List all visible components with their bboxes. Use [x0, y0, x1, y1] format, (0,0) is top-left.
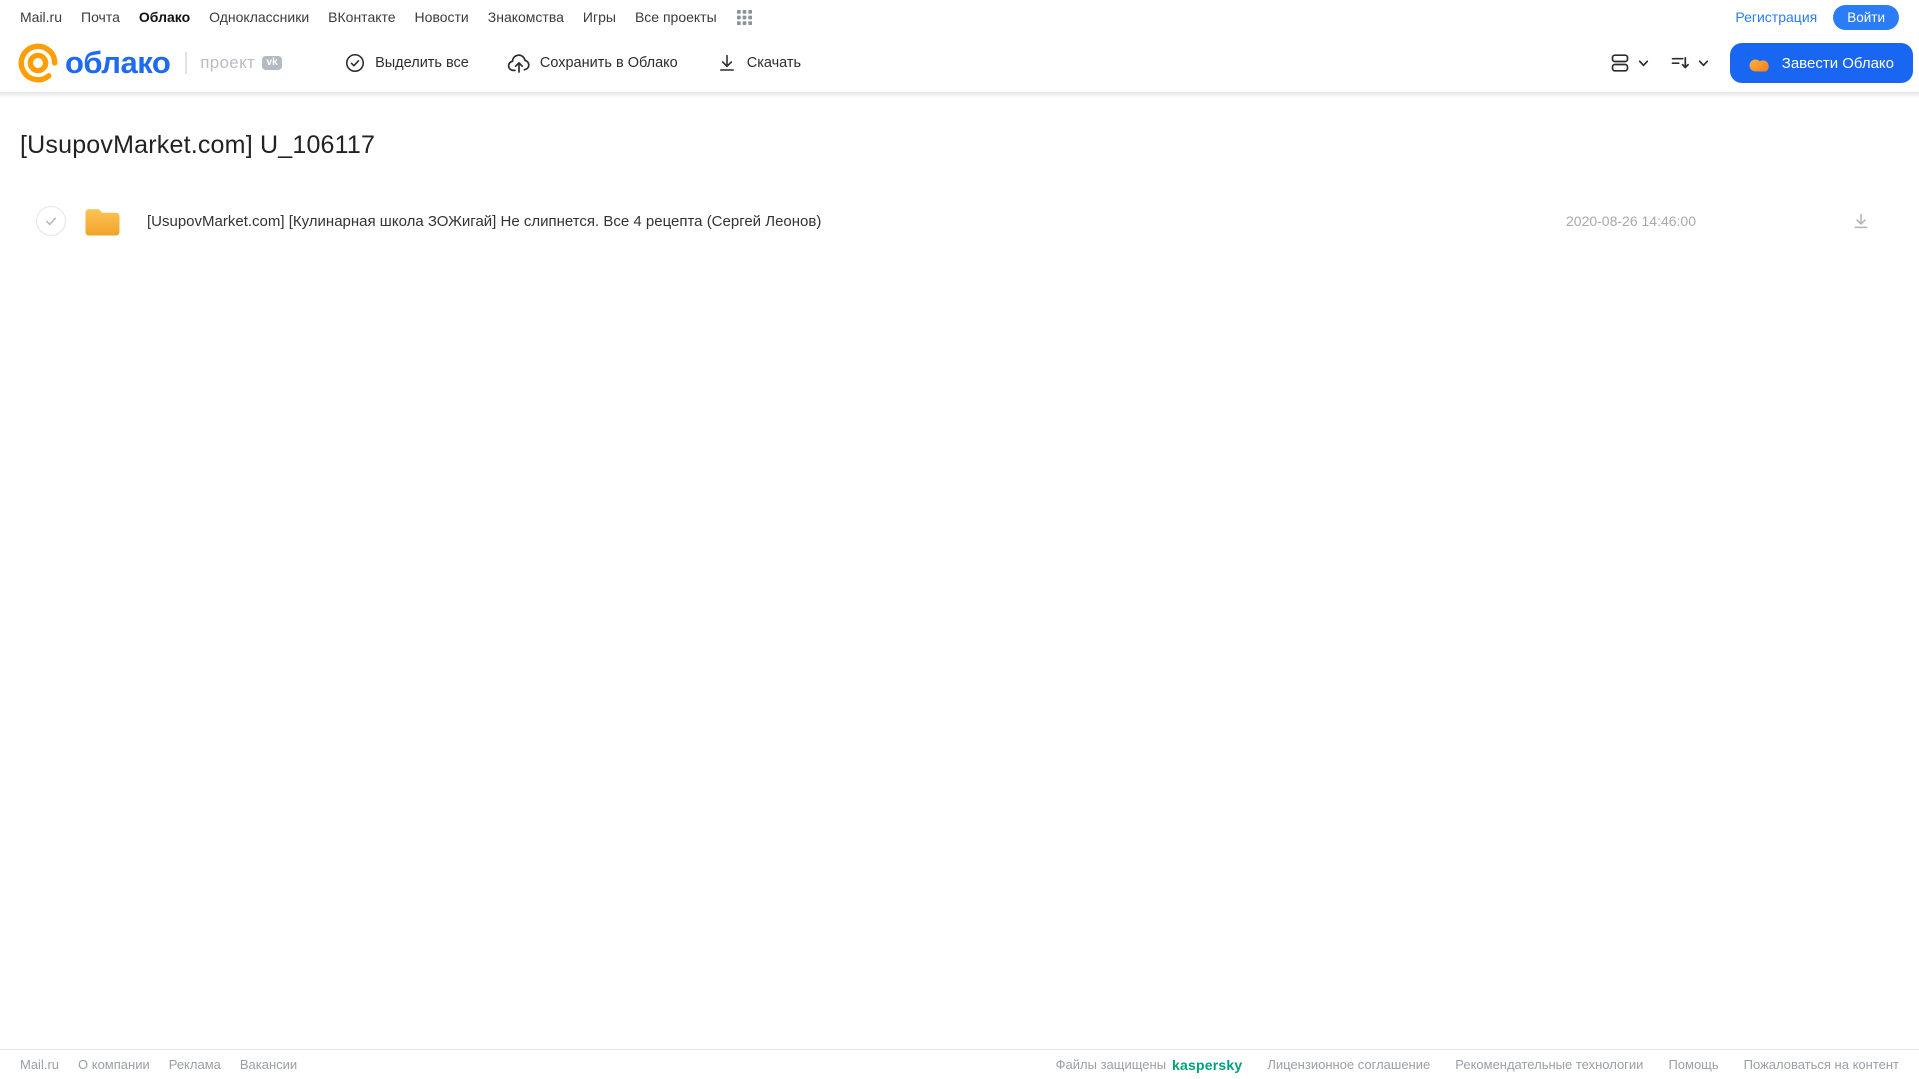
footer: Mail.ru О компании Реклама Вакансии Файл… [0, 1049, 1919, 1079]
actions-toolbar: Выделить все Сохранить в Облако Скачать [344, 52, 801, 75]
view-mode-button[interactable] [1608, 51, 1650, 75]
download-button[interactable]: Скачать [716, 52, 801, 74]
registration-link[interactable]: Регистрация [1735, 9, 1817, 25]
sort-button[interactable] [1668, 51, 1710, 75]
cloud-color-icon [1749, 55, 1772, 72]
portal-auth: Регистрация Войти [1735, 4, 1899, 30]
nav-vkontakte[interactable]: ВКонтакте [328, 9, 395, 25]
file-date: 2020-08-26 14:46:00 [1566, 213, 1696, 229]
vk-badge-icon: vk [262, 56, 283, 70]
check-circle-icon [344, 52, 366, 74]
file-row[interactable]: [UsupovMarket.com] [Кулинарная школа ЗОЖ… [20, 198, 1899, 244]
select-all-button[interactable]: Выделить все [344, 52, 469, 74]
footer-about-link[interactable]: О компании [78, 1057, 150, 1072]
header-view-controls: Завести Облако [1608, 43, 1913, 83]
chevron-down-icon [1637, 57, 1650, 70]
cloud-header: облако проект vk Выделить все Сохранить … [0, 34, 1919, 92]
nav-odnoklassniki[interactable]: Одноклассники [209, 9, 309, 25]
footer-jobs-link[interactable]: Вакансии [240, 1057, 297, 1072]
sort-icon [1668, 51, 1692, 75]
check-icon [44, 214, 58, 228]
footer-ads-link[interactable]: Реклама [169, 1057, 221, 1072]
select-all-label: Выделить все [375, 55, 469, 71]
all-projects-grid-icon[interactable] [736, 9, 752, 25]
nav-dating[interactable]: Знакомства [488, 9, 564, 25]
chevron-down-icon [1697, 57, 1710, 70]
cloud-upload-icon [507, 52, 531, 75]
nav-mailru[interactable]: Mail.ru [20, 9, 62, 25]
footer-help-link[interactable]: Помощь [1668, 1057, 1718, 1072]
nav-news[interactable]: Новости [415, 9, 469, 25]
save-to-cloud-label: Сохранить в Облако [539, 55, 678, 71]
mailru-at-icon [17, 42, 59, 84]
save-to-cloud-button[interactable]: Сохранить в Облако [507, 52, 678, 75]
row-download-icon[interactable] [1851, 211, 1871, 231]
folder-icon [84, 206, 121, 237]
cloud-public-folder-page: Mail.ru Почта Облако Одноклассники ВКонт… [0, 0, 1919, 1079]
logo-project-label: проект [200, 53, 256, 72]
main-content: [UsupovMarket.com] U_106117 [UsupovMarke… [0, 131, 1919, 244]
footer-license-link[interactable]: Лицензионное соглашение [1267, 1057, 1430, 1072]
nav-games[interactable]: Игры [583, 9, 616, 25]
nav-cloud[interactable]: Облако [139, 9, 190, 25]
portal-navbar: Mail.ru Почта Облако Одноклассники ВКонт… [0, 0, 1919, 34]
row-checkbox[interactable] [36, 206, 66, 236]
create-cloud-button[interactable]: Завести Облако [1729, 43, 1913, 83]
nav-mail[interactable]: Почта [81, 9, 120, 25]
login-button[interactable]: Войти [1833, 4, 1899, 30]
footer-report-link[interactable]: Пожаловаться на контент [1744, 1057, 1899, 1072]
footer-mailru-link[interactable]: Mail.ru [20, 1057, 59, 1072]
download-icon [716, 52, 738, 74]
create-cloud-label: Завести Облако [1781, 54, 1894, 72]
file-name-link[interactable]: [UsupovMarket.com] [Кулинарная школа ЗОЖ… [147, 213, 821, 230]
kaspersky-protected: Файлы защищены kaspersky [1056, 1057, 1243, 1073]
nav-all-projects[interactable]: Все проекты [635, 9, 717, 25]
cloud-logo[interactable]: облако проект vk [17, 42, 283, 84]
page-title: [UsupovMarket.com] U_106117 [20, 131, 376, 159]
header-shadow [0, 92, 1919, 98]
footer-left-links: Mail.ru О компании Реклама Вакансии [20, 1057, 297, 1072]
download-label: Скачать [746, 55, 802, 71]
portal-links: Mail.ru Почта Облако Одноклассники ВКонт… [20, 9, 752, 25]
view-list-icon [1608, 51, 1632, 75]
footer-recommendation-link[interactable]: Рекомендательные технологии [1455, 1057, 1643, 1072]
footer-right-links: Файлы защищены kaspersky Лицензионное со… [1056, 1057, 1899, 1073]
kaspersky-logo[interactable]: kaspersky [1172, 1057, 1242, 1073]
logo-divider [185, 52, 188, 74]
protected-label: Файлы защищены [1055, 1057, 1167, 1072]
logo-text: облако [65, 45, 171, 80]
